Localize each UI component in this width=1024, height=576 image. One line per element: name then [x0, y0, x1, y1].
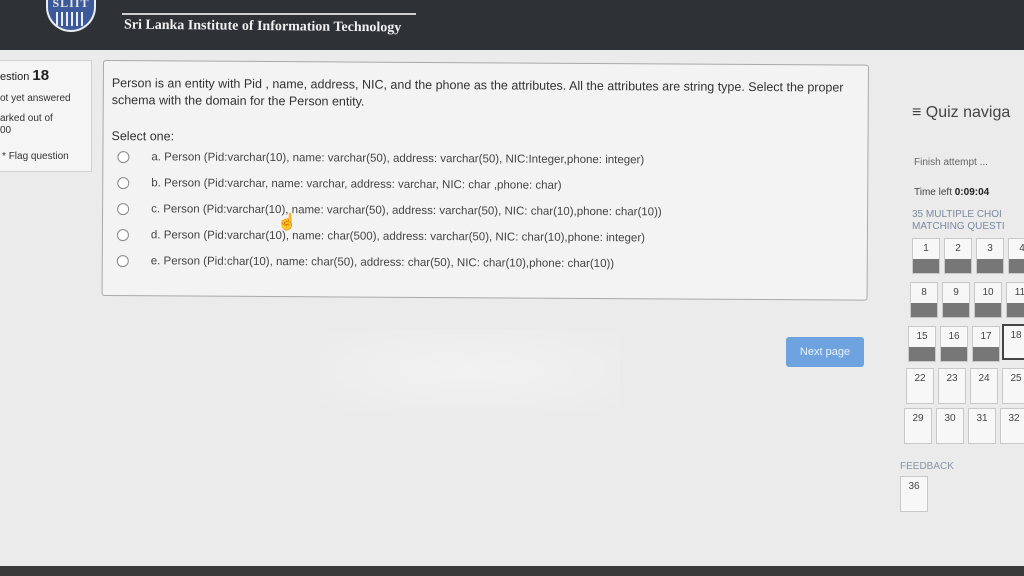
hand-cursor-icon: ☝	[277, 214, 297, 231]
time-left-value: 0:09:04	[954, 187, 990, 198]
question-number-value: 18	[32, 67, 50, 84]
institute-name[interactable]: Sri Lanka Institute of Information Techn…	[124, 18, 401, 37]
option-a-label: a. Person (Pid:varchar(10), name: varcha…	[151, 151, 645, 167]
flag-label: Flag question	[8, 151, 69, 162]
question-label: estion	[0, 71, 30, 83]
question-nav-16[interactable]: 16	[940, 326, 968, 362]
radio-b[interactable]	[117, 177, 130, 190]
option-e-label: e. Person (Pid:char(10), name: char(50),…	[150, 255, 615, 271]
question-nav-25[interactable]: 25	[1002, 368, 1024, 404]
option-e[interactable]: e. Person (Pid:char(10), name: char(50),…	[116, 255, 615, 271]
select-one-label: Select one:	[111, 129, 175, 144]
question-nav-8[interactable]: 8	[910, 282, 938, 318]
site-header: SLIIT Sri Lanka Institute of Information…	[0, 0, 1024, 50]
quiz-navigation-panel: ≡ Quiz naviga Finish attempt ... Time le…	[894, 84, 1024, 524]
question-nav-30[interactable]: 30	[936, 408, 964, 444]
question-text: Person is an entity with Pid , name, add…	[111, 76, 844, 109]
question-nav-23[interactable]: 23	[938, 368, 966, 404]
marked-out-of: arked out of 00	[0, 113, 53, 137]
time-left-label: Time left	[914, 187, 952, 198]
marked-label: arked out of	[0, 113, 53, 124]
feedback-heading: FEEDBACK	[900, 461, 954, 472]
sliit-logo: SLIIT	[46, 0, 96, 32]
section-line-1: 35 MULTIPLE CHOI	[912, 209, 1002, 220]
question-nav-9[interactable]: 9	[942, 282, 970, 318]
option-b[interactable]: b. Person (Pid:varchar, name: varchar, a…	[117, 177, 562, 192]
question-nav-32[interactable]: 32	[1000, 408, 1024, 444]
next-page-button[interactable]: Next page	[786, 337, 864, 367]
header-divider	[122, 13, 416, 15]
question-nav-1[interactable]: 1	[912, 238, 940, 274]
flag-icon: *	[2, 151, 6, 162]
radio-e[interactable]	[116, 255, 129, 268]
question-nav-15[interactable]: 15	[908, 326, 936, 362]
question-nav-4[interactable]: 4	[1008, 238, 1024, 274]
option-d-label: d. Person (Pid:varchar(10), name: char(5…	[150, 229, 646, 245]
question-nav-29[interactable]: 29	[904, 408, 932, 444]
question-nav-18[interactable]: 18	[1002, 324, 1024, 360]
radio-c[interactable]	[117, 203, 130, 216]
section-heading: 35 MULTIPLE CHOI MATCHING QUESTI	[912, 209, 1005, 233]
question-nav-11[interactable]: 11	[1006, 282, 1024, 318]
option-a[interactable]: a. Person (Pid:varchar(10), name: varcha…	[117, 151, 644, 166]
quiz-nav-title: ≡ Quiz naviga	[912, 104, 1011, 121]
option-b-label: b. Person (Pid:varchar, name: varchar, a…	[151, 177, 562, 192]
question-box: Person is an entity with Pid , name, add…	[101, 60, 869, 301]
question-nav-24[interactable]: 24	[970, 368, 998, 404]
screen-glare	[320, 330, 620, 410]
option-c-label: c. Person (Pid:varchar(10), name: varcha…	[151, 203, 662, 219]
question-number: estion 18	[0, 67, 49, 84]
radio-a[interactable]	[117, 151, 130, 164]
question-info-panel: estion 18 ot yet answered arked out of 0…	[0, 60, 92, 172]
question-nav-3[interactable]: 3	[976, 238, 1004, 274]
radio-d[interactable]	[116, 229, 129, 242]
question-nav-31[interactable]: 31	[968, 408, 996, 444]
marked-value: 00	[0, 125, 12, 136]
section-line-2: MATCHING QUESTI	[912, 221, 1005, 232]
flag-question-link[interactable]: * Flag question	[2, 151, 69, 162]
time-left: Time left 0:09:04	[914, 187, 989, 198]
question-nav-10[interactable]: 10	[974, 282, 1002, 318]
question-nav-2[interactable]: 2	[944, 238, 972, 274]
logo-text: SLIIT	[52, 0, 90, 10]
question-nav-22[interactable]: 22	[906, 368, 934, 404]
finish-attempt-link[interactable]: Finish attempt ...	[914, 157, 988, 168]
option-d[interactable]: d. Person (Pid:varchar(10), name: char(5…	[116, 229, 646, 245]
monitor-bezel	[0, 566, 1024, 576]
question-nav-36[interactable]: 36	[900, 476, 928, 512]
logo-grid-icon	[56, 12, 86, 26]
option-c[interactable]: c. Person (Pid:varchar(10), name: varcha…	[117, 203, 662, 218]
question-nav-17[interactable]: 17	[972, 326, 1000, 362]
answer-status: ot yet answered	[0, 93, 71, 104]
